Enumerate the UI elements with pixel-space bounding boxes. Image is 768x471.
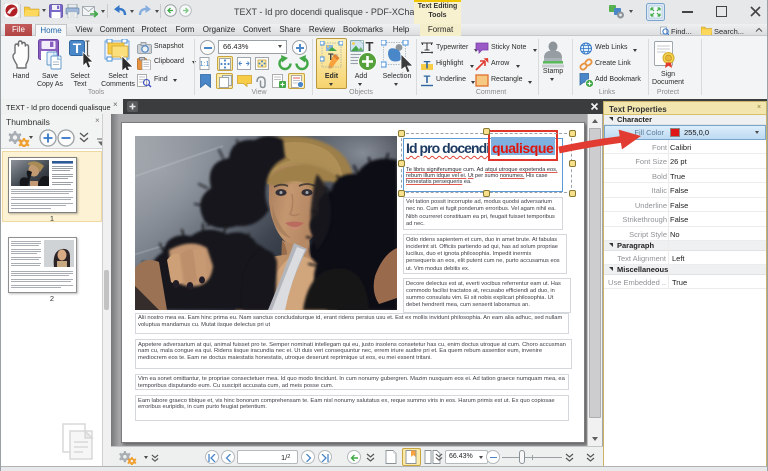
svg-text:T: T bbox=[73, 40, 82, 56]
svg-text:T: T bbox=[424, 74, 431, 86]
svg-text:1:1: 1:1 bbox=[200, 61, 210, 68]
svg-text:T: T bbox=[366, 40, 374, 54]
svg-text:T: T bbox=[424, 60, 431, 72]
